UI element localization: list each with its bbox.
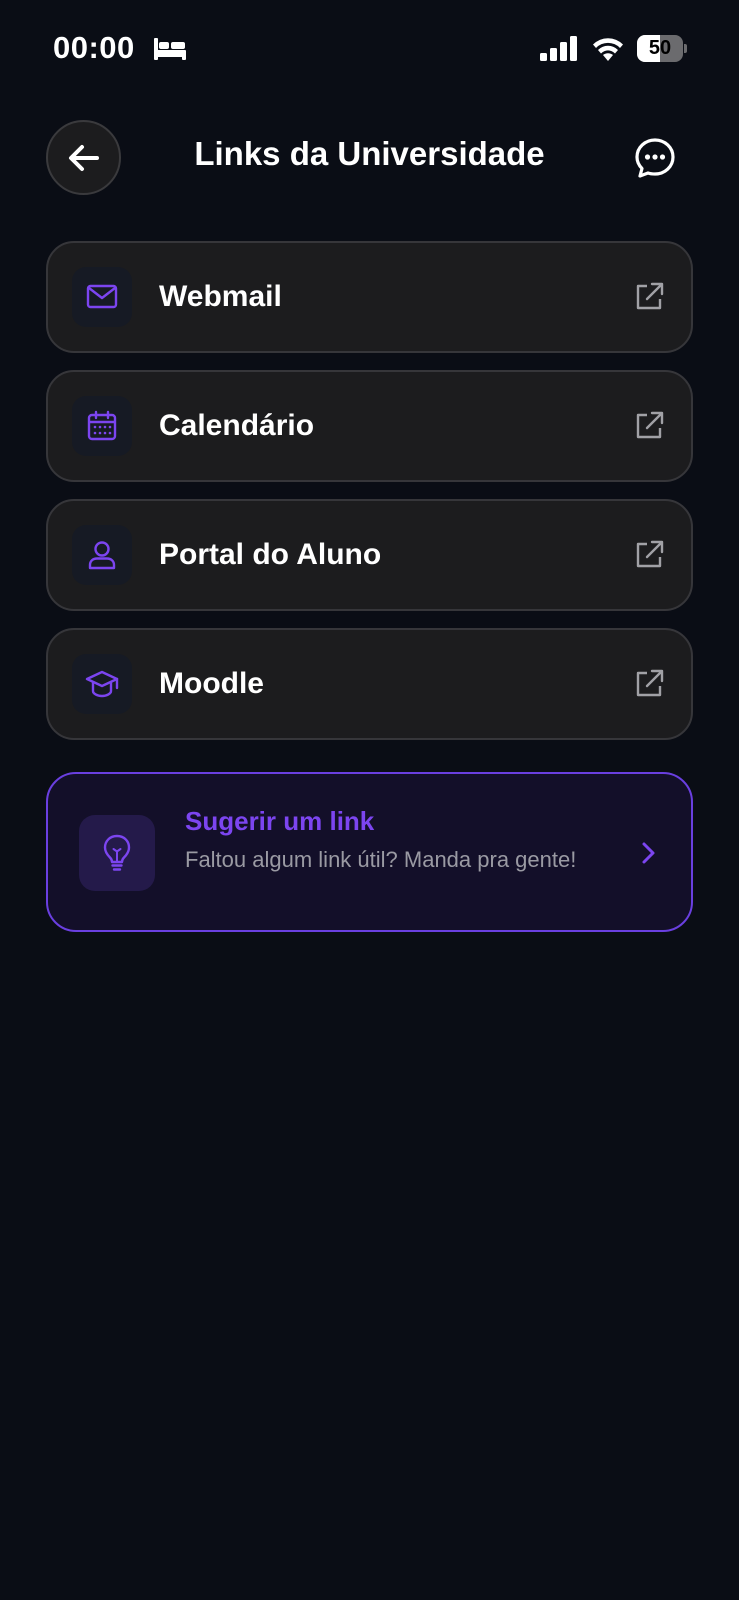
external-link-icon bbox=[636, 540, 664, 568]
external-link-icon bbox=[636, 669, 664, 697]
chat-button[interactable] bbox=[627, 130, 683, 186]
cellular-signal-icon bbox=[540, 36, 577, 61]
user-icon bbox=[88, 541, 116, 570]
link-item-webmail[interactable]: Webmail bbox=[46, 241, 693, 353]
link-label: Calendário bbox=[159, 409, 315, 442]
battery-level: 50 bbox=[648, 37, 672, 59]
graduation-cap-icon bbox=[85, 670, 119, 698]
battery-indicator: 50 bbox=[637, 35, 687, 62]
mail-icon bbox=[86, 284, 118, 309]
link-label: Moodle bbox=[159, 667, 264, 700]
back-button[interactable] bbox=[46, 120, 121, 195]
arrow-left-icon bbox=[68, 144, 99, 171]
chevron-right-icon bbox=[642, 842, 655, 864]
status-bar: 00:00 50 bbox=[0, 0, 739, 100]
link-label: Portal do Aluno bbox=[159, 538, 382, 571]
link-label: Webmail bbox=[159, 280, 282, 313]
page-title: Links da Universidade bbox=[194, 135, 545, 172]
link-item-moodle[interactable]: Moodle bbox=[46, 628, 693, 740]
lightbulb-icon bbox=[103, 834, 131, 871]
link-list: Webmail Calendário Portal do Aluno Moodl… bbox=[46, 241, 693, 757]
suggest-link-card[interactable]: Sugerir um link Faltou algum link útil? … bbox=[46, 772, 693, 932]
link-item-calendario[interactable]: Calendário bbox=[46, 370, 693, 482]
suggest-description: Faltou algum link útil? Manda pra gente! bbox=[185, 847, 577, 872]
wifi-icon bbox=[593, 38, 623, 61]
bed-icon bbox=[154, 38, 186, 60]
status-time: 00:00 bbox=[53, 30, 135, 65]
suggest-title: Sugerir um link bbox=[185, 806, 375, 836]
chat-bubble-icon bbox=[635, 138, 675, 178]
link-item-portal-do-aluno[interactable]: Portal do Aluno bbox=[46, 499, 693, 611]
calendar-icon bbox=[87, 410, 117, 441]
external-link-icon bbox=[636, 282, 664, 310]
external-link-icon bbox=[636, 411, 664, 439]
